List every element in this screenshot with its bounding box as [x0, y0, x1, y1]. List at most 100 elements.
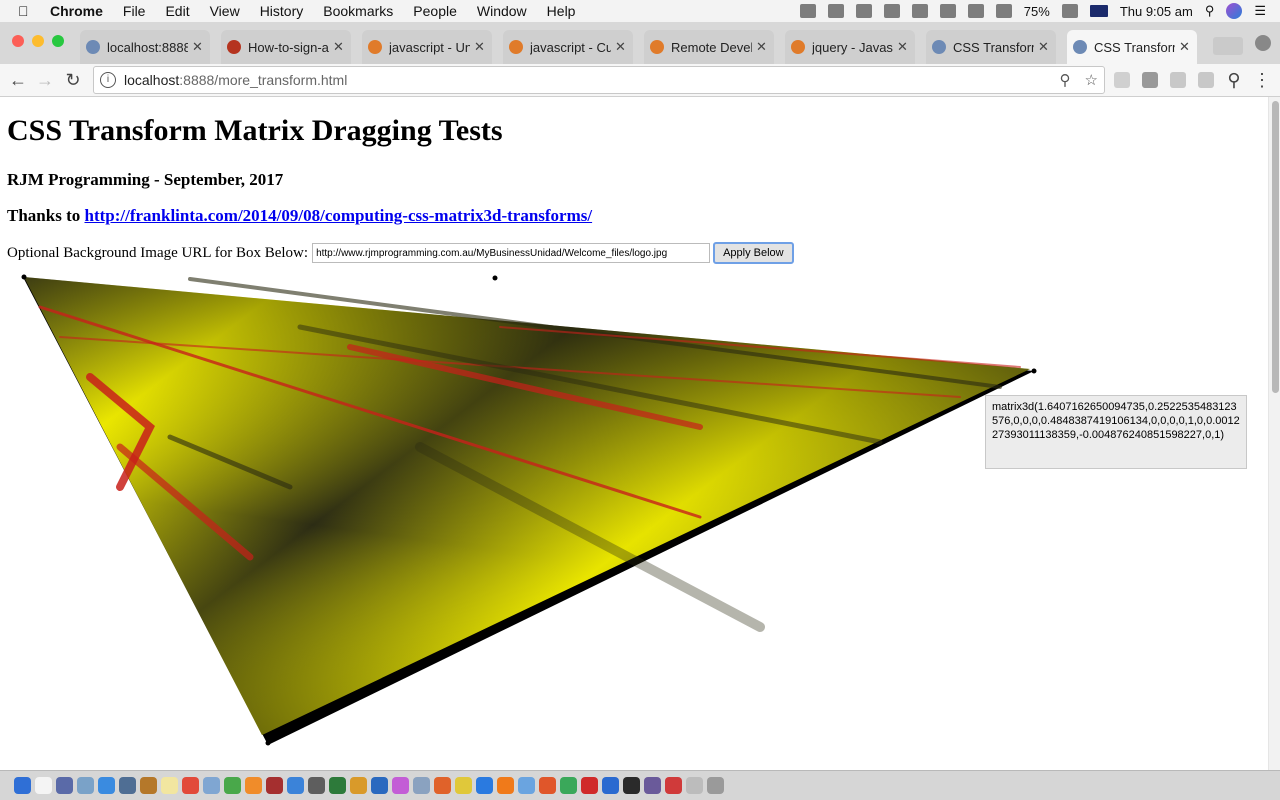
menu-history[interactable]: History	[250, 3, 314, 19]
menu-help[interactable]: Help	[537, 3, 586, 19]
bluetooth-icon[interactable]	[911, 4, 928, 18]
wifi-icon[interactable]	[939, 4, 956, 18]
tab-javascript-cus[interactable]: javascript - Cus ✕	[503, 30, 633, 64]
app-icon[interactable]	[476, 777, 493, 794]
tray-tool-icon[interactable]	[827, 4, 844, 18]
tab-css-transform-active[interactable]: CSS Transform ✕	[1067, 30, 1197, 64]
firefox-icon[interactable]	[539, 777, 556, 794]
zoom-icon[interactable]: ⚲	[1060, 71, 1071, 89]
app-icon[interactable]	[518, 777, 535, 794]
drag-handle-top-mid[interactable]	[492, 275, 498, 281]
time-machine-icon[interactable]	[883, 4, 900, 18]
back-arrow-icon[interactable]: ←	[6, 68, 30, 92]
calendar-icon[interactable]	[182, 777, 199, 794]
bookmark-star-icon[interactable]: ☆	[1085, 71, 1098, 89]
minimize-window-button[interactable]	[32, 35, 44, 47]
search-icon[interactable]: ⚲	[1222, 68, 1246, 92]
launchpad-icon[interactable]	[56, 777, 73, 794]
scrollbar-thumb[interactable]	[1272, 101, 1279, 393]
drag-handle-bottom[interactable]	[265, 740, 271, 746]
address-bar[interactable]: i localhost:8888/more_transform.html ⚲ ☆	[93, 66, 1105, 94]
vlc-icon[interactable]	[497, 777, 514, 794]
acrobat-icon[interactable]	[665, 777, 682, 794]
stickies-icon[interactable]	[161, 777, 178, 794]
menu-kebab-icon[interactable]: ⋮	[1250, 68, 1274, 92]
transformed-box[interactable]	[0, 267, 1060, 757]
app-icon[interactable]	[560, 777, 577, 794]
photo-booth-icon[interactable]	[245, 777, 262, 794]
preview-icon[interactable]	[119, 777, 136, 794]
tab-close-icon[interactable]: ✕	[615, 39, 627, 55]
tab-css-transform[interactable]: CSS Transform ✕	[926, 30, 1056, 64]
github-icon[interactable]	[644, 777, 661, 794]
tab-close-icon[interactable]: ✕	[897, 39, 909, 55]
forward-arrow-icon[interactable]: →	[33, 68, 57, 92]
tab-close-icon[interactable]: ✕	[192, 39, 204, 55]
tab-close-icon[interactable]: ✕	[474, 39, 486, 55]
chrome-icon[interactable]	[455, 777, 472, 794]
spotlight-icon[interactable]: ⚲	[1205, 3, 1215, 19]
downloads-icon[interactable]	[686, 777, 703, 794]
tab-close-icon[interactable]: ✕	[333, 39, 345, 55]
opera-icon[interactable]	[581, 777, 598, 794]
tray-app-icon[interactable]	[799, 4, 816, 18]
extension-icon[interactable]	[1142, 72, 1158, 88]
app-icon[interactable]	[266, 777, 283, 794]
drag-handle-right[interactable]	[1031, 368, 1037, 374]
tab-remote-develo[interactable]: Remote Develo ✕	[644, 30, 774, 64]
battery-icon[interactable]	[1061, 4, 1078, 18]
tab-how-to-sign[interactable]: How-to-sign-a ✕	[221, 30, 351, 64]
tab-javascript-un[interactable]: javascript - Un ✕	[362, 30, 492, 64]
drag-handle-top-left[interactable]	[21, 274, 27, 280]
menu-people[interactable]: People	[403, 3, 467, 19]
menu-edit[interactable]: Edit	[155, 3, 199, 19]
siri-icon[interactable]	[1226, 3, 1243, 19]
zoom-window-button[interactable]	[52, 35, 64, 47]
tab-close-icon[interactable]: ✕	[756, 39, 768, 55]
safari-icon[interactable]	[77, 777, 94, 794]
maps-icon[interactable]	[224, 777, 241, 794]
app-icon[interactable]	[308, 777, 325, 794]
extension-icon[interactable]	[1114, 72, 1130, 88]
reload-icon[interactable]: ↻	[61, 68, 85, 92]
app-icon[interactable]	[287, 777, 304, 794]
photos-icon[interactable]	[203, 777, 220, 794]
trash-icon[interactable]	[707, 777, 724, 794]
tab-jquery[interactable]: jquery - Javasc ✕	[785, 30, 915, 64]
app-store-icon[interactable]	[98, 777, 115, 794]
app-icon[interactable]	[413, 777, 430, 794]
document-icon[interactable]	[35, 777, 52, 794]
app-icon[interactable]	[329, 777, 346, 794]
extension-icon[interactable]	[1170, 72, 1186, 88]
filezilla-icon[interactable]	[434, 777, 451, 794]
menu-bookmarks[interactable]: Bookmarks	[313, 3, 403, 19]
menu-view[interactable]: View	[200, 3, 250, 19]
menu-file[interactable]: File	[113, 3, 156, 19]
input-source-flag-icon[interactable]	[1089, 5, 1108, 17]
tab-close-icon[interactable]: ✕	[1179, 39, 1191, 55]
battery-percent[interactable]: 75%	[1024, 4, 1050, 19]
finder-icon[interactable]	[14, 777, 31, 794]
page-scrollbar[interactable]	[1268, 97, 1280, 770]
profile-avatar[interactable]	[1255, 35, 1271, 51]
apple-icon[interactable]: 	[18, 3, 38, 19]
tab-close-icon[interactable]: ✕	[1038, 39, 1050, 55]
background-url-input[interactable]	[312, 243, 711, 263]
tray-grid-icon[interactable]	[855, 4, 872, 18]
apply-below-button[interactable]: Apply Below	[713, 242, 794, 264]
thanks-link[interactable]: http://franklinta.com/2014/09/08/computi…	[84, 206, 592, 225]
menubar-clock[interactable]: Thu 9:05 am	[1120, 4, 1193, 19]
notes-icon[interactable]	[140, 777, 157, 794]
extension-icon[interactable]	[1198, 72, 1214, 88]
itunes-icon[interactable]	[392, 777, 409, 794]
tab-localhost[interactable]: localhost:8888 ✕	[80, 30, 210, 64]
close-window-button[interactable]	[12, 35, 24, 47]
menu-window[interactable]: Window	[467, 3, 537, 19]
app-icon[interactable]	[350, 777, 367, 794]
app-icon[interactable]	[602, 777, 619, 794]
terminal-icon[interactable]	[623, 777, 640, 794]
app-icon[interactable]	[371, 777, 388, 794]
info-icon[interactable]: i	[100, 72, 116, 88]
notification-center-icon[interactable]: ☰	[1254, 3, 1266, 19]
menu-app-name[interactable]: Chrome	[38, 3, 113, 19]
